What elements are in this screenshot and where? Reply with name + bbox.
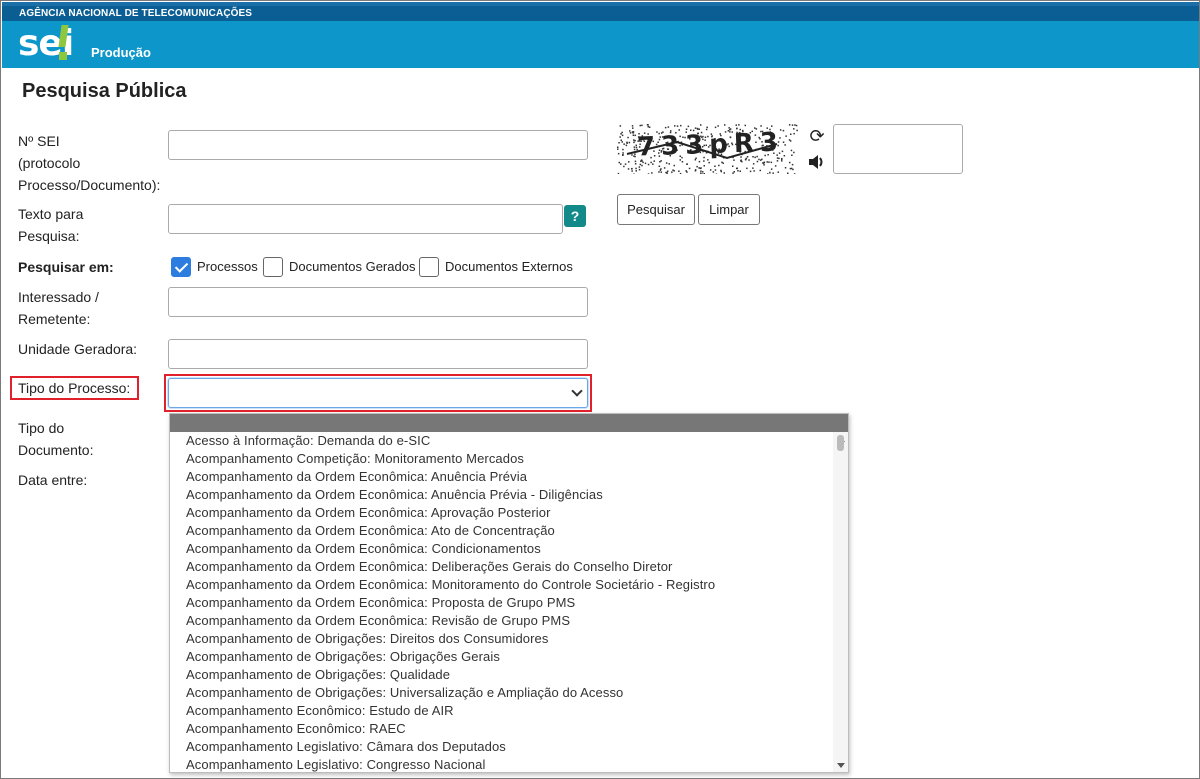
dropdown-option[interactable]: Acompanhamento da Ordem Econômica: Anuên… [170, 468, 848, 486]
page-frame: AGÊNCIA NACIONAL DE TELECOMUNICAÇÕES sei… [0, 0, 1200, 779]
tipo-documento-label-line: Documento: [18, 442, 94, 458]
dropdown-option[interactable]: Acesso à Informação: Demanda do e-SIC [170, 432, 848, 450]
documentos-externos-label[interactable]: Documentos Externos [445, 259, 573, 275]
dropdown-option[interactable]: Acompanhamento da Ordem Econômica: Aprov… [170, 504, 848, 522]
speaker-icon[interactable] [806, 153, 828, 175]
agency-name: AGÊNCIA NACIONAL DE TELECOMUNICAÇÕES [2, 6, 1199, 21]
dropdown-scrollbar[interactable] [833, 432, 848, 772]
nsei-label-line: Processo/Documento): [18, 177, 161, 193]
logo-exclamation-icon [58, 25, 73, 61]
dropdown-option[interactable]: Acompanhamento Legislativo: Câmara dos D… [170, 738, 848, 756]
nsei-input[interactable] [168, 130, 588, 160]
texto-pesquisa-label: Texto para Pesquisa: [18, 203, 83, 247]
dropdown-option[interactable]: Acompanhamento Legislativo: Congresso Na… [170, 756, 848, 772]
scrollbar-thumb[interactable] [837, 435, 844, 451]
texto-label-line: Texto para [18, 206, 84, 222]
dropdown-option-highlighted[interactable] [170, 414, 848, 432]
refresh-icon[interactable]: ⟳ [806, 125, 828, 147]
dropdown-option[interactable]: Acompanhamento da Ordem Econômica: Monit… [170, 576, 848, 594]
captcha-image: 733pR3 [617, 124, 798, 174]
dropdown-option[interactable]: Acompanhamento Econômico: Estudo de AIR [170, 702, 848, 720]
processos-checkbox[interactable] [171, 257, 191, 277]
scroll-down-icon[interactable] [837, 763, 845, 768]
dropdown-option[interactable]: Acompanhamento de Obrigações: Universali… [170, 684, 848, 702]
dropdown-option[interactable]: Acompanhamento da Ordem Econômica: Propo… [170, 594, 848, 612]
clear-button[interactable]: Limpar [698, 194, 760, 225]
search-button[interactable]: Pesquisar [617, 194, 695, 225]
nsei-label: Nº SEI (protocolo Processo/Documento): [18, 130, 160, 196]
dropdown-option[interactable]: Acompanhamento de Obrigações: Qualidade [170, 666, 848, 684]
interessado-label-line: Interessado / [18, 289, 99, 305]
documentos-gerados-label[interactable]: Documentos Gerados [289, 259, 415, 275]
tipo-documento-label: Tipo do Documento: [18, 417, 93, 461]
help-button[interactable]: ? [564, 205, 586, 227]
environment-label: Produção [91, 45, 151, 60]
dropdown-options: Acesso à Informação: Demanda do e-SIC Aco… [170, 432, 848, 772]
dropdown-option[interactable]: Acompanhamento da Ordem Econômica: Delib… [170, 558, 848, 576]
dropdown-option[interactable]: Acompanhamento de Obrigações: Obrigações… [170, 648, 848, 666]
tipo-processo-dropdown-list[interactable]: Acesso à Informação: Demanda do e-SIC Aco… [169, 413, 849, 773]
interessado-label: Interessado / Remetente: [18, 286, 99, 330]
dropdown-option[interactable]: Acompanhamento da Ordem Econômica: Anuên… [170, 486, 848, 504]
dropdown-option[interactable]: Acompanhamento da Ordem Econômica: Revis… [170, 612, 848, 630]
documentos-externos-checkbox[interactable] [419, 257, 439, 277]
documentos-gerados-checkbox[interactable] [263, 257, 283, 277]
header-bar: sei Produção [2, 21, 1199, 68]
dropdown-option[interactable]: Acompanhamento de Obrigações: Direitos d… [170, 630, 848, 648]
dropdown-option[interactable]: Acompanhamento Competição: Monitoramento… [170, 450, 848, 468]
interessado-input[interactable] [168, 287, 588, 317]
processos-checkbox-label[interactable]: Processos [197, 259, 258, 275]
captcha-text: 733pR3 [636, 127, 785, 163]
dropdown-option[interactable]: Acompanhamento da Ordem Econômica: Ato d… [170, 522, 848, 540]
unidade-geradora-input[interactable] [168, 339, 588, 369]
data-entre-label: Data entre: [18, 472, 88, 488]
dropdown-option[interactable]: Acompanhamento Econômico: RAEC [170, 720, 848, 738]
nsei-label-line: (protocolo [18, 155, 81, 171]
interessado-label-line: Remetente: [18, 311, 91, 327]
tipo-documento-label-line: Tipo do [18, 420, 65, 436]
texto-pesquisa-input[interactable] [168, 204, 563, 234]
pesquisar-em-label: Pesquisar em: [18, 259, 114, 275]
chevron-down-icon [571, 385, 583, 397]
unidade-geradora-label: Unidade Geradora: [18, 341, 138, 357]
tipo-processo-select[interactable] [168, 378, 588, 408]
texto-label-line: Pesquisa: [18, 228, 80, 244]
page-title: Pesquisa Pública [22, 80, 187, 102]
captcha-input[interactable] [833, 124, 963, 174]
dropdown-option[interactable]: Acompanhamento da Ordem Econômica: Condi… [170, 540, 848, 558]
nsei-label-line: Nº SEI [18, 133, 60, 149]
tipo-processo-label: Tipo do Processo: [18, 380, 131, 396]
